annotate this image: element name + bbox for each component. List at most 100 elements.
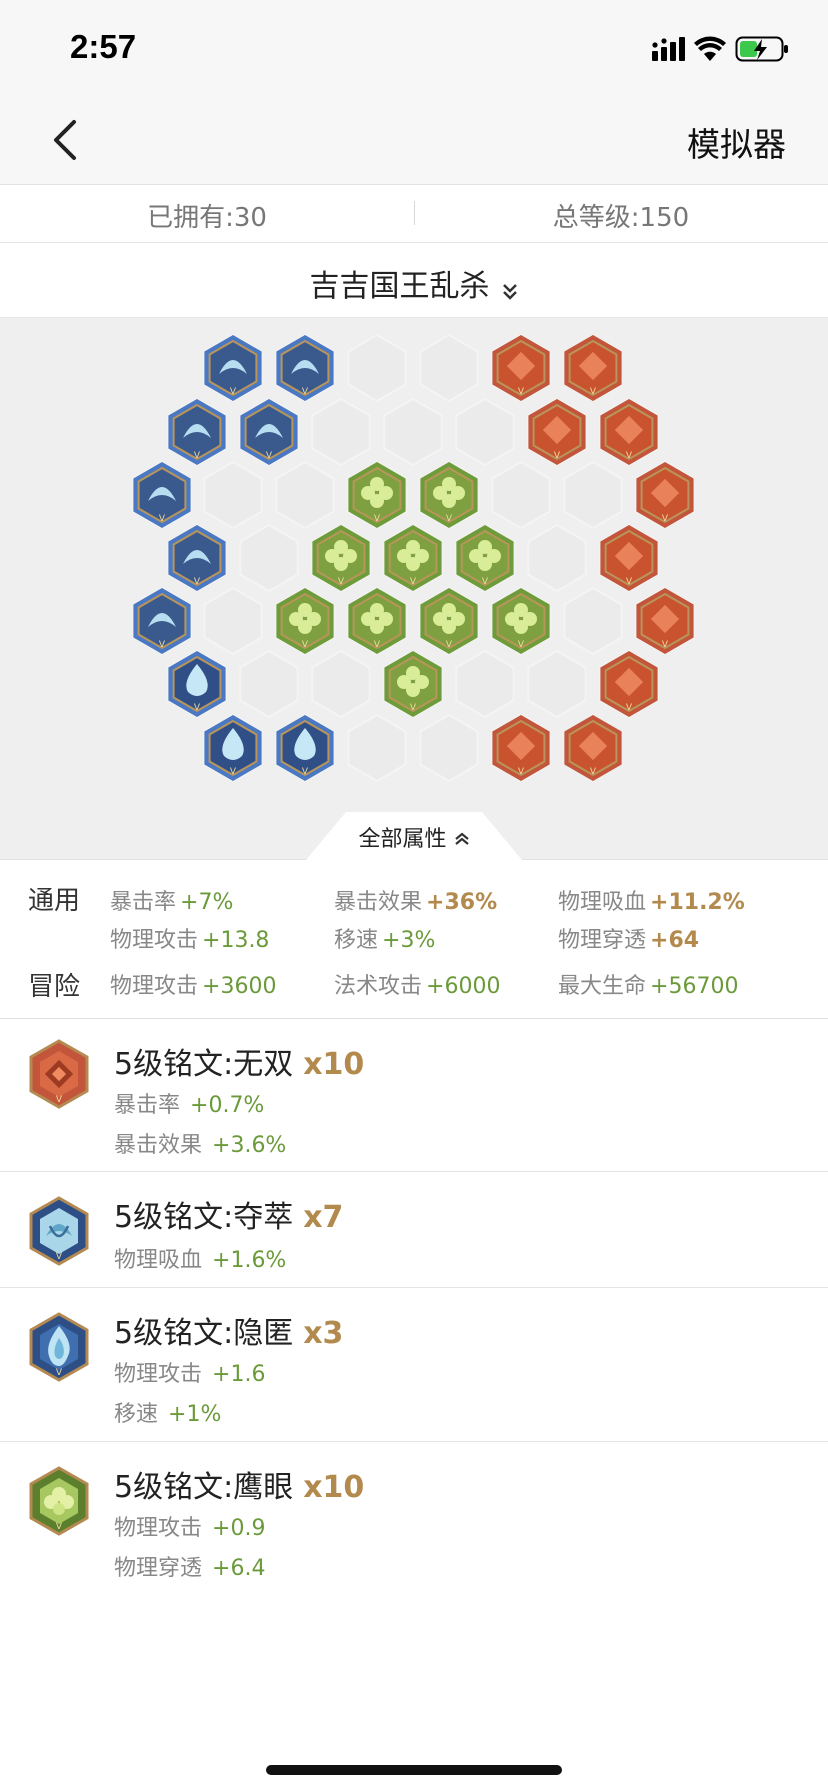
svg-text:V: V bbox=[159, 640, 166, 650]
svg-text:V: V bbox=[626, 703, 633, 713]
rune-name: 5级铭文:无双 x10 bbox=[114, 1047, 365, 1082]
stat-general: 暴击率 +7% bbox=[110, 890, 234, 915]
red-rune-icon[interactable]: V bbox=[492, 715, 550, 781]
red-rune-icon[interactable]: V bbox=[636, 462, 694, 528]
stat-general: 物理穿透 +64 bbox=[558, 928, 700, 953]
red-rune-icon[interactable]: V bbox=[564, 715, 622, 781]
blue-flame-rune-icon[interactable]: V bbox=[276, 715, 334, 781]
home-indicator bbox=[266, 1765, 562, 1775]
blue-knot-rune-icon[interactable]: V bbox=[204, 335, 262, 401]
svg-text:V: V bbox=[518, 640, 525, 650]
rune-name: 5级铭文:隐匿 x3 bbox=[114, 1316, 344, 1351]
empty-slot bbox=[419, 713, 479, 783]
rune-stat: 物理吸血 +1.6% bbox=[114, 1248, 287, 1273]
svg-text:V: V bbox=[662, 514, 669, 524]
red-rune-icon[interactable]: V bbox=[564, 335, 622, 401]
green-clover-rune-icon[interactable]: V bbox=[420, 462, 478, 528]
red-rune-icon[interactable]: V bbox=[492, 335, 550, 401]
green-clover-rune-icon[interactable]: V bbox=[456, 525, 514, 591]
stat-adventure: 物理攻击 +3600 bbox=[110, 974, 277, 999]
empty-slot bbox=[419, 333, 479, 403]
red-rune-icon[interactable]: V bbox=[600, 651, 658, 717]
svg-text:V: V bbox=[302, 767, 309, 777]
rune-list-item[interactable]: V 5级铭文:鹰眼 x10 物理攻击 +0.9 物理穿透 +6.4 bbox=[0, 1442, 828, 1592]
green-clover-rune-icon[interactable]: V bbox=[384, 525, 442, 591]
rune-list-item[interactable]: V 5级铭文:无双 x10 暴击率 +0.7% 暴击效果 +3.6% bbox=[0, 1019, 828, 1172]
blue-flame-rune-icon: V bbox=[29, 1312, 89, 1382]
svg-text:V: V bbox=[56, 1522, 63, 1532]
blue-knot-rune-icon[interactable]: V bbox=[240, 399, 298, 465]
attributes-panel: 通用 冒险 暴击率 +7% 暴击效果 +36% 物理吸血 +11.2% 物理攻击 +13… bbox=[0, 860, 828, 1019]
nav-bar: 模拟器 bbox=[0, 96, 828, 185]
stat-general: 暴击效果 +36% bbox=[334, 890, 498, 915]
wifi-icon bbox=[694, 36, 726, 61]
green-clover-rune-icon[interactable]: V bbox=[312, 525, 370, 591]
rune-page-selector[interactable]: 吉吉国王乱杀 bbox=[0, 243, 828, 318]
empty-slot bbox=[383, 397, 443, 467]
battery-icon bbox=[735, 36, 788, 62]
green-clover-rune-icon[interactable]: V bbox=[492, 588, 550, 654]
green-clover-rune-icon[interactable]: V bbox=[420, 588, 478, 654]
blue-knot-rune-icon[interactable]: V bbox=[133, 588, 191, 654]
simulator-button[interactable]: 模拟器 bbox=[687, 118, 786, 166]
signal-icon bbox=[652, 37, 685, 61]
green-clover-rune-icon[interactable]: V bbox=[348, 462, 406, 528]
empty-slot bbox=[527, 523, 587, 593]
green-clover-rune-icon[interactable]: V bbox=[384, 651, 442, 717]
empty-slot bbox=[347, 333, 407, 403]
all-attributes-text: 全部属性 bbox=[358, 827, 447, 852]
stat-adventure: 法术攻击 +6000 bbox=[334, 974, 501, 999]
status-icons bbox=[652, 36, 788, 62]
rune-name: 5级铭文:夺萃 x7 bbox=[114, 1200, 344, 1235]
red-rune-icon[interactable]: V bbox=[600, 525, 658, 591]
red-rune-icon[interactable]: V bbox=[636, 588, 694, 654]
rune-board: V V V V V V V V V V V V V V V V V V V V V V V V V V V V V V bbox=[0, 318, 828, 860]
svg-text:V: V bbox=[518, 387, 525, 397]
red-rune-icon: V bbox=[29, 1039, 89, 1109]
empty-slot bbox=[491, 460, 551, 530]
empty-slot bbox=[239, 649, 299, 719]
rune-stat: 暴击率 +0.7% bbox=[114, 1093, 265, 1118]
blue-knot-rune-icon[interactable]: V bbox=[133, 462, 191, 528]
red-rune-icon[interactable]: V bbox=[600, 399, 658, 465]
svg-text:V: V bbox=[410, 577, 417, 587]
blue-flame-rune-icon[interactable]: V bbox=[168, 651, 226, 717]
svg-text:V: V bbox=[194, 577, 201, 587]
stat-general: 物理攻击 +13.8 bbox=[110, 928, 270, 953]
blue-knot-rune-icon[interactable]: V bbox=[168, 525, 226, 591]
svg-text:V: V bbox=[446, 640, 453, 650]
svg-text:V: V bbox=[554, 451, 561, 461]
blue-knot-rune-icon[interactable]: V bbox=[276, 335, 334, 401]
svg-text:V: V bbox=[194, 703, 201, 713]
adventure-category-label: 冒险 bbox=[28, 972, 81, 1002]
rune-name: 5级铭文:鹰眼 x10 bbox=[114, 1470, 365, 1505]
rune-list-item[interactable]: V 5级铭文:夺萃 x7 物理吸血 +1.6% bbox=[0, 1172, 828, 1288]
green-clover-rune-icon[interactable]: V bbox=[276, 588, 334, 654]
owned-count: 已拥有:30 bbox=[147, 203, 267, 233]
rune-grid: V V V V V V V V V V V V V V V V V V V V V V V V V V V V V V bbox=[132, 333, 695, 783]
svg-text:V: V bbox=[482, 577, 489, 587]
blue-flame-rune-icon[interactable]: V bbox=[204, 715, 262, 781]
svg-text:V: V bbox=[56, 1095, 63, 1105]
double-chevron-down-icon bbox=[502, 283, 517, 300]
status-bar: 2:57 bbox=[0, 0, 828, 96]
svg-text:V: V bbox=[302, 640, 309, 650]
empty-slot bbox=[311, 397, 371, 467]
blue-knot-rune-icon[interactable]: V bbox=[168, 399, 226, 465]
rune-stat: 物理穿透 +6.4 bbox=[114, 1556, 266, 1581]
svg-text:V: V bbox=[302, 387, 309, 397]
svg-text:V: V bbox=[338, 577, 345, 587]
all-attributes-label[interactable]: 全部属性 bbox=[0, 821, 828, 853]
rune-stat: 暴击效果 +3.6% bbox=[114, 1133, 287, 1158]
status-time: 2:57 bbox=[70, 28, 137, 65]
stat-adventure: 最大生命 +56700 bbox=[558, 974, 739, 999]
red-rune-icon[interactable]: V bbox=[528, 399, 586, 465]
svg-text:V: V bbox=[374, 514, 381, 524]
stat-general: 移速 +3% bbox=[334, 928, 436, 953]
rune-list-item[interactable]: V 5级铭文:隐匿 x3 物理攻击 +1.6 移速 +1% bbox=[0, 1288, 828, 1442]
back-chevron-icon[interactable] bbox=[44, 116, 88, 164]
svg-text:V: V bbox=[230, 767, 237, 777]
green-clover-rune-icon[interactable]: V bbox=[348, 588, 406, 654]
rune-stat: 物理攻击 +0.9 bbox=[114, 1516, 266, 1541]
svg-text:V: V bbox=[374, 640, 381, 650]
